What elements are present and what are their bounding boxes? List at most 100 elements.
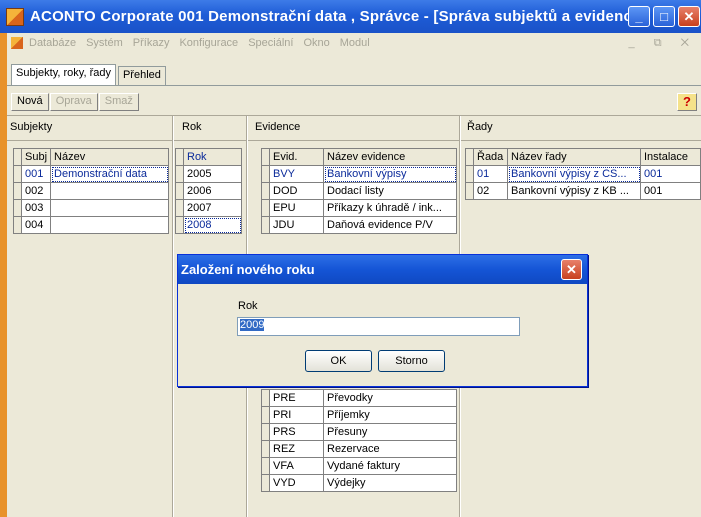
table-row[interactable]: BVY Bankovní výpisy xyxy=(261,165,457,183)
table-cell[interactable]: DOD xyxy=(269,182,324,200)
dialog-title-bar[interactable]: Založení nového roku xyxy=(178,255,587,284)
column-header[interactable]: Název evidence xyxy=(323,148,457,166)
table-row[interactable]: REZ Rezervace xyxy=(261,440,457,458)
menu-okno[interactable]: Okno xyxy=(303,37,329,49)
table-cell[interactable]: 2007 xyxy=(183,199,242,217)
year-input[interactable]: 2009 xyxy=(237,317,520,336)
pane-splitter[interactable] xyxy=(172,116,174,517)
column-header[interactable]: Název řady xyxy=(507,148,641,166)
delete-button[interactable]: Smaž xyxy=(98,93,139,111)
table-cell[interactable]: 001 xyxy=(640,165,701,183)
menu-databaze[interactable]: Databáze xyxy=(29,37,76,49)
table-cell[interactable]: PRI xyxy=(269,406,324,424)
table-cell[interactable]: Příjemky xyxy=(323,406,457,424)
table-cell[interactable] xyxy=(50,216,169,234)
table-cell[interactable]: Vydané faktury xyxy=(323,457,457,475)
ok-button[interactable]: OK xyxy=(305,350,372,372)
menu-modul[interactable]: Modul xyxy=(340,37,370,49)
table-cell[interactable]: Bankovní výpisy z CS... xyxy=(507,165,641,183)
mdi-window-controls[interactable]: _ ⧉ ✕ xyxy=(629,37,697,50)
restore-button[interactable]: □ xyxy=(653,6,675,27)
table-row[interactable]: EPU Příkazy k úhradě / ink... xyxy=(261,199,457,217)
evidence-table[interactable]: Evid. Název evidence BVY Bankovní výpisy… xyxy=(261,148,457,234)
subjekty-table[interactable]: Subj Název 001 Demonstrační data 002 003… xyxy=(13,148,169,234)
column-header[interactable]: Název xyxy=(50,148,169,166)
table-cell[interactable]: 002 xyxy=(20,182,52,200)
table-cell[interactable]: 2005 xyxy=(183,165,242,183)
row-indicator xyxy=(13,182,22,200)
table-row[interactable]: 2005 xyxy=(175,165,242,183)
table-cell[interactable]: 01 xyxy=(473,165,508,183)
table-row[interactable]: PRI Příjemky xyxy=(261,406,457,424)
table-cell[interactable]: Rezervace xyxy=(323,440,457,458)
menu-konfigurace[interactable]: Konfigurace xyxy=(179,37,238,49)
table-cell[interactable]: EPU xyxy=(269,199,324,217)
table-cell[interactable]: PRE xyxy=(269,389,324,407)
edit-button[interactable]: Oprava xyxy=(49,93,98,111)
table-row[interactable]: 02 Bankovní výpisy z KB ... 001 xyxy=(465,182,701,200)
table-row[interactable]: 01 Bankovní výpisy z CS... 001 xyxy=(465,165,701,183)
table-cell[interactable]: Výdejky xyxy=(323,474,457,492)
table-cell[interactable]: 001 xyxy=(640,182,701,200)
table-cell[interactable]: Bankovní výpisy z KB ... xyxy=(507,182,641,200)
table-cell[interactable]: 2006 xyxy=(183,182,242,200)
menu-specialni[interactable]: Speciální xyxy=(248,37,293,49)
table-cell[interactable]: Daňová evidence P/V xyxy=(323,216,457,234)
column-header[interactable]: Evid. xyxy=(269,148,324,166)
table-cell[interactable]: 003 xyxy=(20,199,52,217)
table-cell[interactable]: Převodky xyxy=(323,389,457,407)
tab-subjekty[interactable]: Subjekty, roky, řady xyxy=(11,64,116,85)
table-cell[interactable] xyxy=(50,182,169,200)
cancel-button[interactable]: Storno xyxy=(378,350,445,372)
table-cell[interactable]: 001 xyxy=(20,165,52,183)
menu-system[interactable]: Systém xyxy=(86,37,123,49)
minimize-button[interactable]: _ xyxy=(628,6,650,27)
table-cell[interactable]: 02 xyxy=(473,182,508,200)
menu-prikazy[interactable]: Příkazy xyxy=(133,37,170,49)
evidence-table-lower[interactable]: PRE Převodky PRI Příjemky PRS Přesuny RE… xyxy=(261,389,457,492)
column-header[interactable]: Instalace xyxy=(640,148,701,166)
tab-prehled[interactable]: Přehled xyxy=(117,66,166,85)
table-row[interactable]: 004 xyxy=(13,216,169,234)
table-cell[interactable]: JDU xyxy=(269,216,324,234)
table-row[interactable]: PRS Přesuny xyxy=(261,423,457,441)
table-header-row: Řada Název řady Instalace xyxy=(465,148,701,166)
year-label: Rok xyxy=(238,300,258,312)
table-cell[interactable]: BVY xyxy=(269,165,324,183)
table-cell[interactable]: VFA xyxy=(269,457,324,475)
table-cell[interactable]: Demonstrační data xyxy=(50,165,169,183)
app-icon xyxy=(6,7,24,26)
table-row[interactable]: DOD Dodací listy xyxy=(261,182,457,200)
table-row[interactable]: VFA Vydané faktury xyxy=(261,457,457,475)
new-button[interactable]: Nová xyxy=(11,93,49,111)
table-row[interactable]: 2008 xyxy=(175,216,242,234)
table-cell[interactable]: PRS xyxy=(269,423,324,441)
header-divider xyxy=(7,140,701,141)
column-header[interactable]: Subj xyxy=(20,148,52,166)
table-cell[interactable]: 2008 xyxy=(183,216,242,234)
table-cell[interactable]: 004 xyxy=(20,216,52,234)
table-row[interactable]: 003 xyxy=(13,199,169,217)
table-row[interactable]: 001 Demonstrační data xyxy=(13,165,169,183)
column-header[interactable]: Rok xyxy=(183,148,242,166)
table-cell[interactable]: REZ xyxy=(269,440,324,458)
table-cell[interactable] xyxy=(50,199,169,217)
table-row[interactable]: PRE Převodky xyxy=(261,389,457,407)
rok-table[interactable]: Rok 2005 2006 2007 2008 xyxy=(175,148,242,234)
table-row[interactable]: JDU Daňová evidence P/V xyxy=(261,216,457,234)
table-cell[interactable]: Příkazy k úhradě / ink... xyxy=(323,199,457,217)
table-row[interactable]: VYD Výdejky xyxy=(261,474,457,492)
dialog-close-button[interactable]: ✕ xyxy=(561,259,582,280)
close-button[interactable]: ✕ xyxy=(678,6,700,27)
table-row[interactable]: 2007 xyxy=(175,199,242,217)
help-button[interactable]: ? xyxy=(677,93,697,111)
rady-table[interactable]: Řada Název řady Instalace 01 Bankovní vý… xyxy=(465,148,701,200)
table-cell[interactable]: Dodací listy xyxy=(323,182,457,200)
pane-header-rady: Řady xyxy=(467,121,493,133)
table-row[interactable]: 002 xyxy=(13,182,169,200)
table-row[interactable]: 2006 xyxy=(175,182,242,200)
table-cell[interactable]: VYD xyxy=(269,474,324,492)
table-cell[interactable]: Bankovní výpisy xyxy=(323,165,457,183)
column-header[interactable]: Řada xyxy=(473,148,508,166)
table-cell[interactable]: Přesuny xyxy=(323,423,457,441)
